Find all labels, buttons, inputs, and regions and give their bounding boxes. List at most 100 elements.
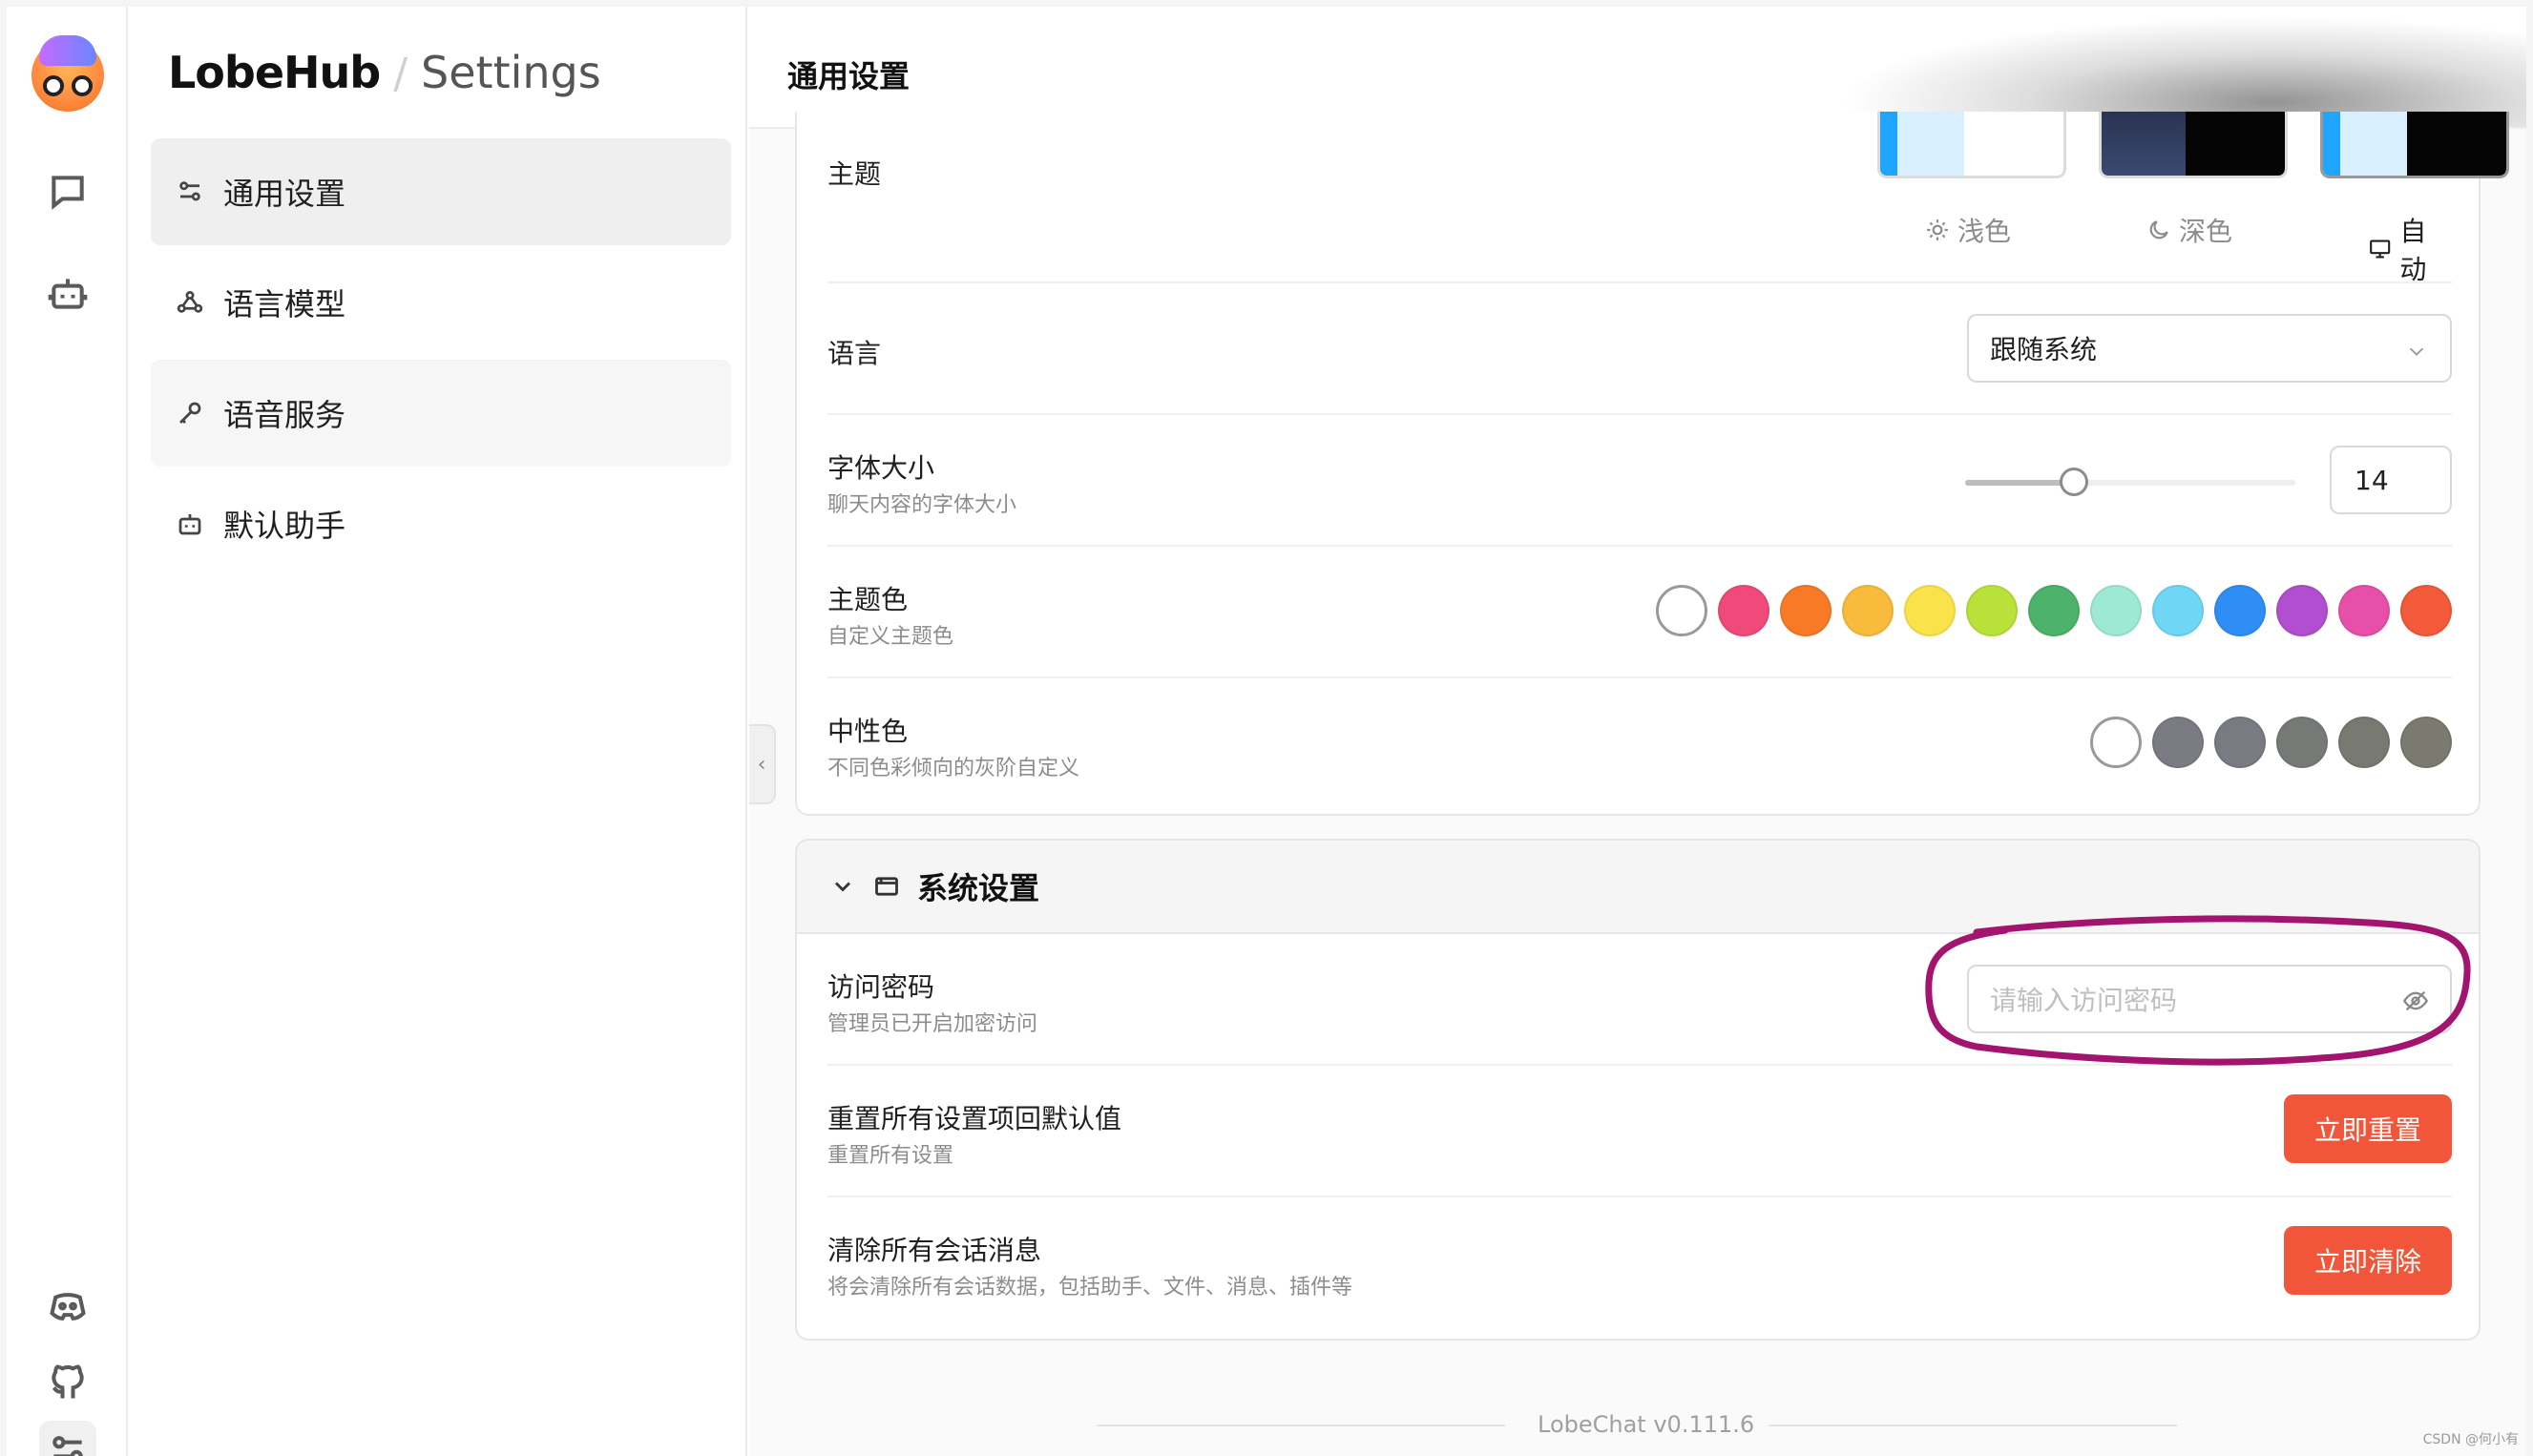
theme-option-auto[interactable]: 自动 xyxy=(2368,211,2452,287)
fontsize-slider[interactable] xyxy=(1965,468,2295,496)
fontsize-slider-handle[interactable] xyxy=(2060,468,2089,496)
reset-button[interactable]: 立即重置 xyxy=(2284,1094,2452,1163)
theme-dark-thumb[interactable] xyxy=(2099,112,2288,178)
color-swatch-8[interactable] xyxy=(2152,585,2204,636)
neutral-swatch-2[interactable] xyxy=(2214,717,2266,768)
brand-separator: / xyxy=(393,50,408,98)
theme-label: 主题 xyxy=(827,158,882,190)
app-window: LobeHub / Settings 通用设置 语言模型 语音服务 默认助手 通… xyxy=(7,7,2526,1456)
footer-divider xyxy=(1097,1425,1505,1426)
neutral-swatch-3[interactable] xyxy=(2276,717,2328,768)
sidebar-item-label: 语音服务 xyxy=(223,397,346,433)
language-label: 语言 xyxy=(827,338,882,369)
sidebar-item-llm[interactable]: 语言模型 xyxy=(151,249,731,356)
sun-icon xyxy=(1927,219,1948,240)
header-bar: 通用设置 xyxy=(749,7,2526,129)
theme-option-light[interactable]: 浅色 xyxy=(1925,211,2011,249)
webhook-icon xyxy=(177,291,203,313)
chevron-down-icon xyxy=(835,882,850,892)
neutral-color-desc: 不同色彩倾向的灰阶自定义 xyxy=(827,757,1080,780)
mic-icon xyxy=(179,402,201,424)
chat-icon[interactable] xyxy=(39,163,96,220)
github-icon[interactable] xyxy=(39,1354,96,1411)
chevron-left-icon: ‹ xyxy=(757,752,766,777)
color-swatch-1[interactable] xyxy=(1718,585,1769,636)
language-select[interactable]: 跟随系统 xyxy=(1967,314,2452,383)
settings-icon[interactable] xyxy=(39,1421,96,1456)
password-desc: 管理员已开启加密访问 xyxy=(827,1012,1038,1036)
reset-label: 重置所有设置项回默认值 xyxy=(827,1103,1122,1134)
brand-name: LobeHub xyxy=(168,47,381,98)
discord-icon[interactable] xyxy=(39,1278,96,1335)
watermark: CSDN @何小有 xyxy=(2422,1432,2519,1447)
neutral-swatch-1[interactable] xyxy=(2152,717,2204,768)
fontsize-slider-fill xyxy=(1965,480,2075,486)
primary-color-swatches xyxy=(1656,585,2452,636)
system-settings-header[interactable]: 系统设置 xyxy=(797,841,2479,934)
brand-sub: Settings xyxy=(421,47,601,98)
chevron-down-icon xyxy=(2406,337,2427,358)
language-select-value: 跟随系统 xyxy=(1990,334,2098,365)
fontsize-desc: 聊天内容的字体大小 xyxy=(827,493,1017,517)
fontsize-input[interactable]: 14 xyxy=(2330,446,2452,514)
neutral-color-swatches xyxy=(2090,717,2452,768)
sidebar-item-label: 默认助手 xyxy=(223,508,346,544)
footer: LobeChat v0.111.6 xyxy=(749,1405,2526,1444)
page-title: 通用设置 xyxy=(787,58,911,94)
monitor-icon xyxy=(2370,239,2391,259)
color-swatch-3[interactable] xyxy=(1842,585,1894,636)
icon-rail xyxy=(7,7,128,1456)
theme-row: 主题 浅色 深色 自动 xyxy=(827,112,2509,285)
system-settings-title: 系统设置 xyxy=(917,870,1040,906)
common-settings-card: 主题 浅色 深色 自动 语言 跟随系统 字体大小 聊天内容的字体大小 14 主题… xyxy=(795,112,2509,816)
main-panel: 通用设置 ‹ 主题 浅色 深色 自动 语言 跟随系统 字体大小 聊天内容的字体大… xyxy=(749,7,2526,1456)
fontsize-label: 字体大小 xyxy=(827,452,935,484)
clear-button[interactable]: 立即清除 xyxy=(2284,1226,2452,1295)
sidebar-item-label: 通用设置 xyxy=(223,176,346,212)
color-swatch-4[interactable] xyxy=(1904,585,1956,636)
neutral-color-row: 中性色 不同色彩倾向的灰阶自定义 xyxy=(827,678,2452,810)
collapse-sidebar-button[interactable]: ‹ xyxy=(749,724,776,804)
bot-icon xyxy=(178,514,201,535)
color-swatch-9[interactable] xyxy=(2214,585,2266,636)
sidebar-item-label: 语言模型 xyxy=(223,286,346,322)
color-swatch-10[interactable] xyxy=(2276,585,2328,636)
window-icon xyxy=(875,877,898,896)
bot-icon[interactable] xyxy=(39,264,96,322)
clear-row: 清除所有会话消息 将会清除所有会话数据，包括助手、文件、消息、插件等 立即清除 xyxy=(827,1197,2452,1329)
primary-color-label: 主题色 xyxy=(827,584,909,615)
avatar-eye-icon xyxy=(72,75,93,96)
sidebar-item-tts[interactable]: 语音服务 xyxy=(151,360,731,467)
version-text: LobeChat v0.111.6 xyxy=(1538,1411,1755,1438)
brand: LobeHub / Settings xyxy=(168,47,601,98)
clear-desc: 将会清除所有会话数据，包括助手、文件、消息、插件等 xyxy=(827,1276,1353,1300)
sliders-icon xyxy=(179,181,200,201)
theme-light-thumb[interactable] xyxy=(1877,112,2066,178)
primary-color-desc: 自定义主题色 xyxy=(827,625,954,649)
color-swatch-2[interactable] xyxy=(1780,585,1832,636)
password-input[interactable]: 请输入访问密码 xyxy=(1967,965,2452,1033)
language-row: 语言 跟随系统 xyxy=(827,283,2452,415)
sidebar-item-common[interactable]: 通用设置 xyxy=(151,138,731,245)
password-placeholder: 请输入访问密码 xyxy=(1990,985,2178,1016)
color-swatch-12[interactable] xyxy=(2400,585,2452,636)
neutral-swatch-5[interactable] xyxy=(2400,717,2452,768)
color-swatch-6[interactable] xyxy=(2028,585,2080,636)
neutral-swatch-4[interactable] xyxy=(2338,717,2390,768)
neutral-color-label: 中性色 xyxy=(827,716,909,747)
neutral-swatch-default[interactable] xyxy=(2090,717,2142,768)
password-row: 访问密码 管理员已开启加密访问 请输入访问密码 xyxy=(827,934,2452,1066)
primary-color-row: 主题色 自定义主题色 xyxy=(827,547,2452,678)
color-swatch-7[interactable] xyxy=(2090,585,2142,636)
password-label: 访问密码 xyxy=(827,971,935,1003)
sidebar-item-agent[interactable]: 默认助手 xyxy=(151,470,731,577)
settings-sidebar: LobeHub / Settings 通用设置 语言模型 语音服务 默认助手 xyxy=(130,7,747,1456)
theme-auto-thumb[interactable] xyxy=(2320,112,2509,178)
theme-option-dark[interactable]: 深色 xyxy=(2146,211,2232,249)
footer-divider xyxy=(1769,1425,2177,1426)
eye-off-icon[interactable] xyxy=(2402,988,2429,1014)
avatar[interactable] xyxy=(31,35,104,112)
color-swatch-11[interactable] xyxy=(2338,585,2390,636)
color-swatch-5[interactable] xyxy=(1966,585,2018,636)
color-swatch-default[interactable] xyxy=(1656,585,1707,636)
